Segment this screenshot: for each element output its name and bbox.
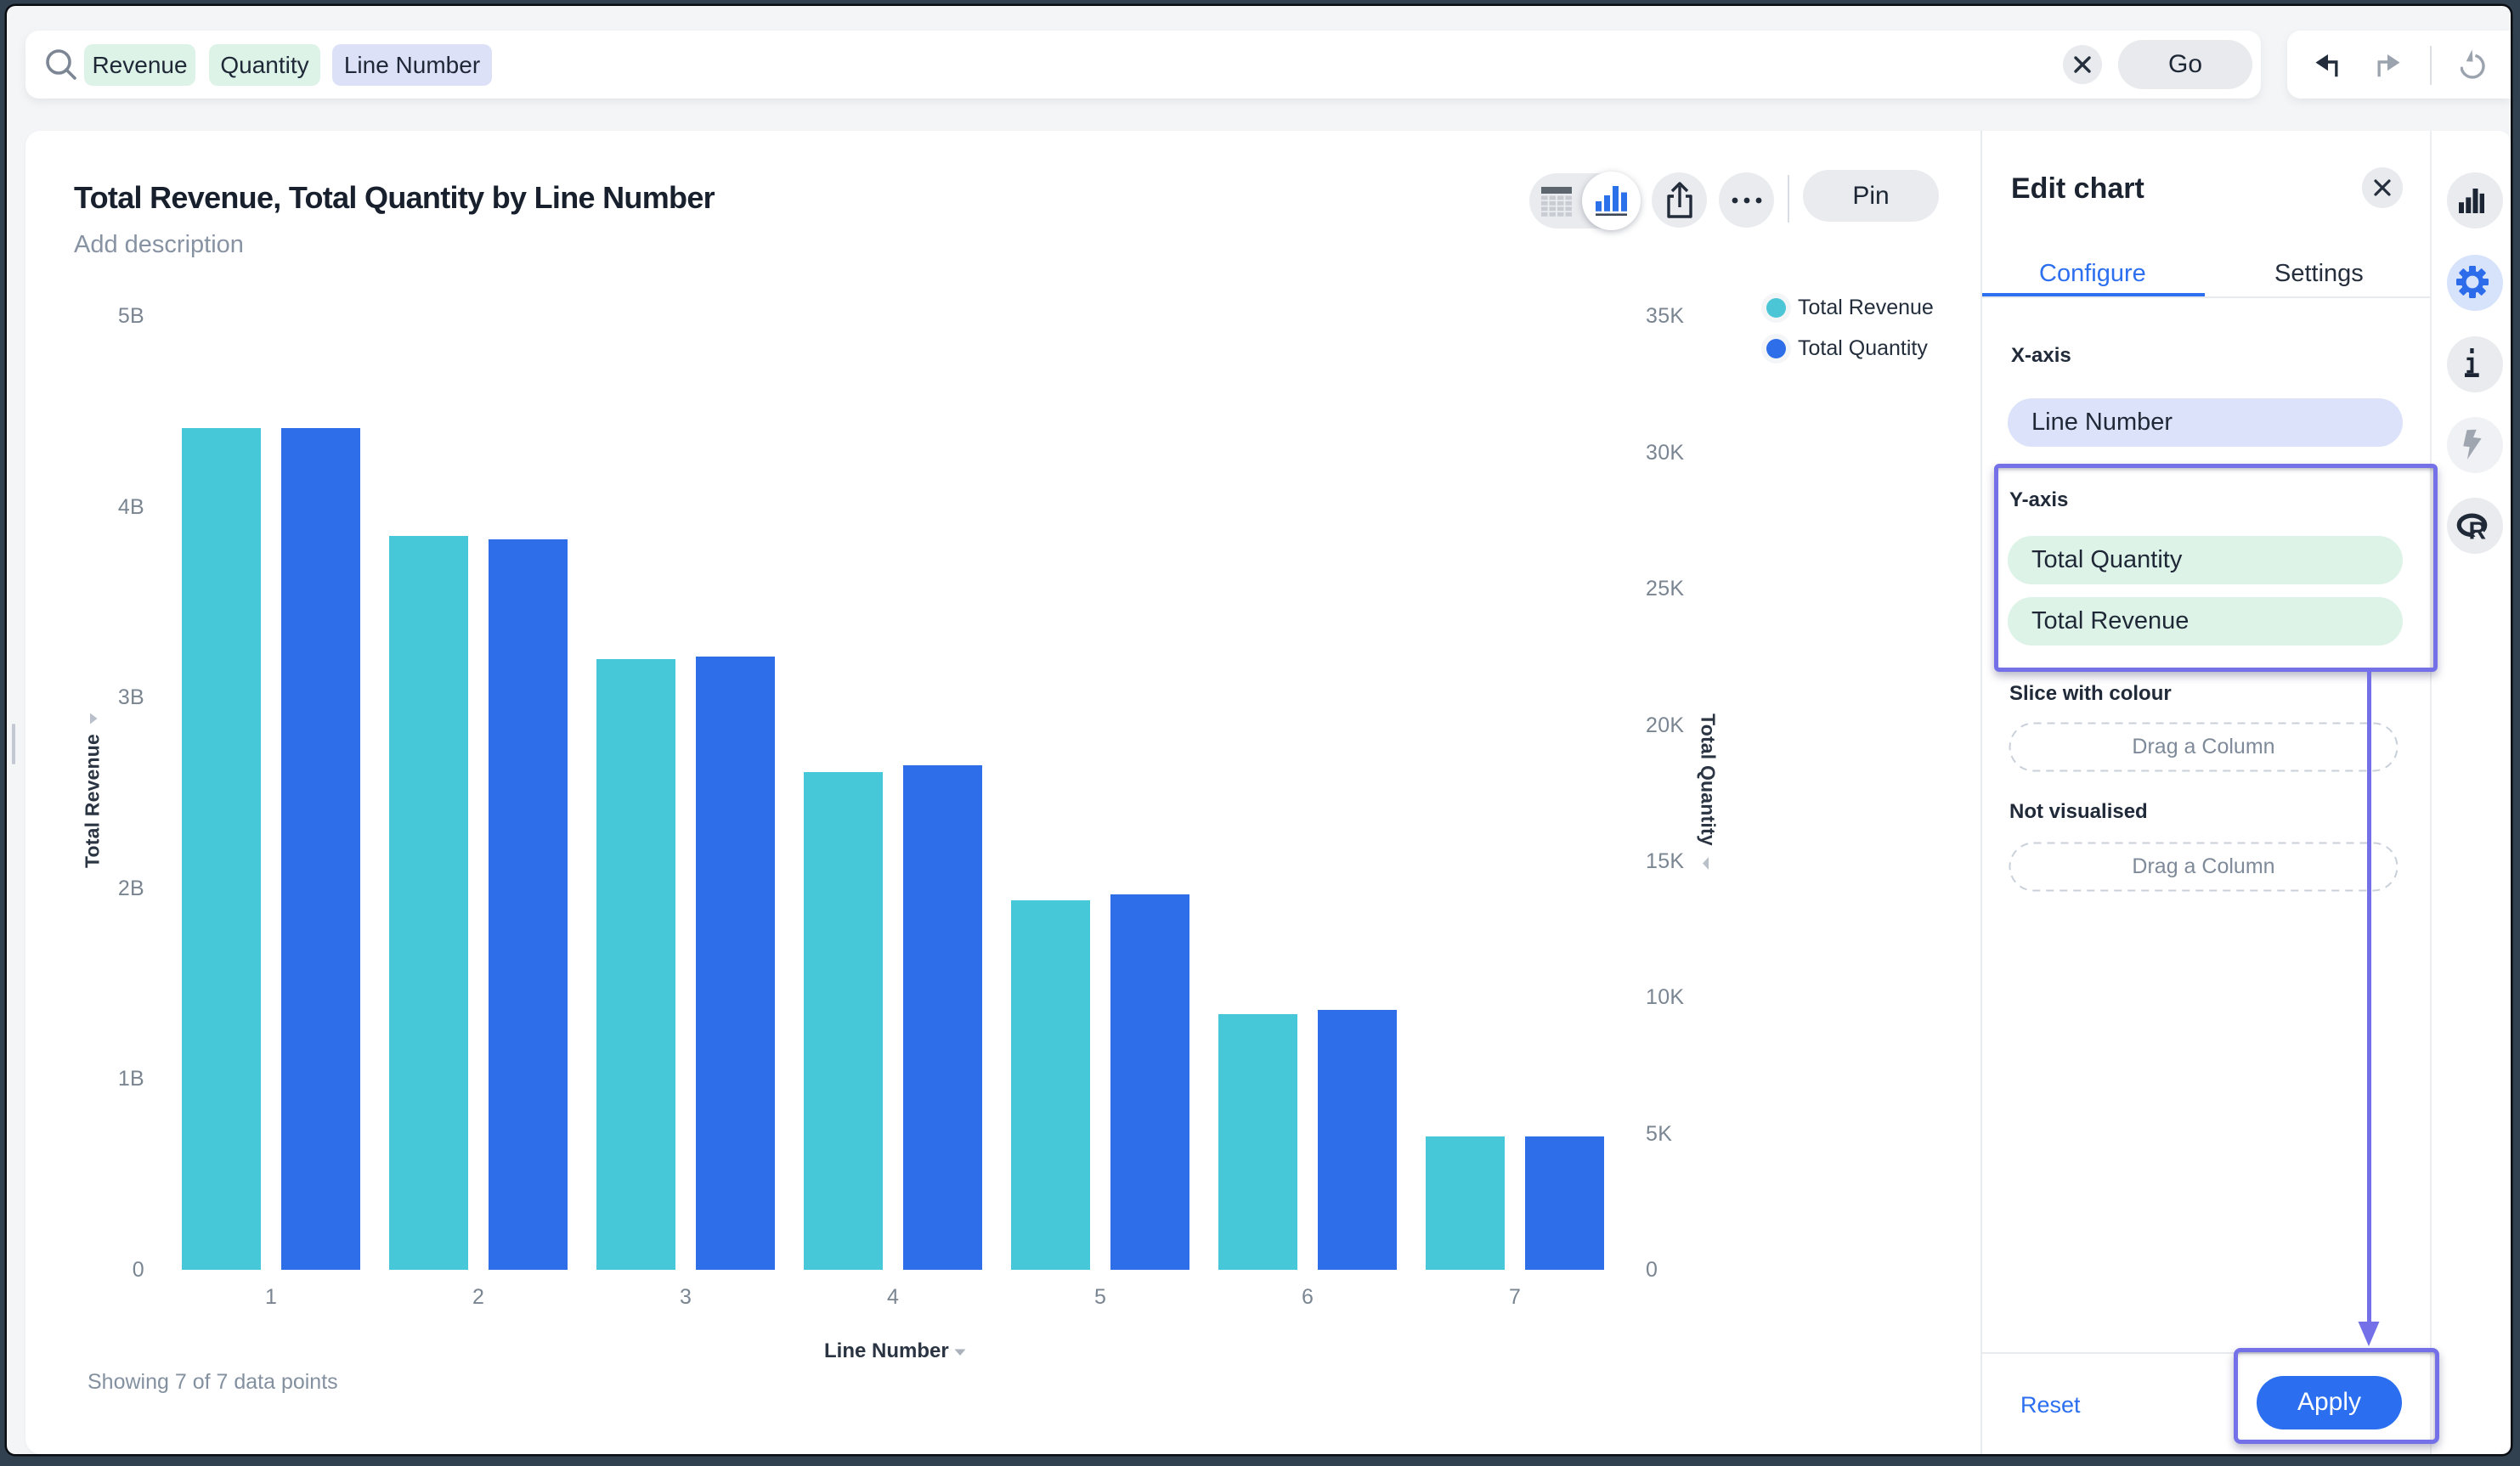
svg-text:R: R — [2469, 518, 2487, 545]
